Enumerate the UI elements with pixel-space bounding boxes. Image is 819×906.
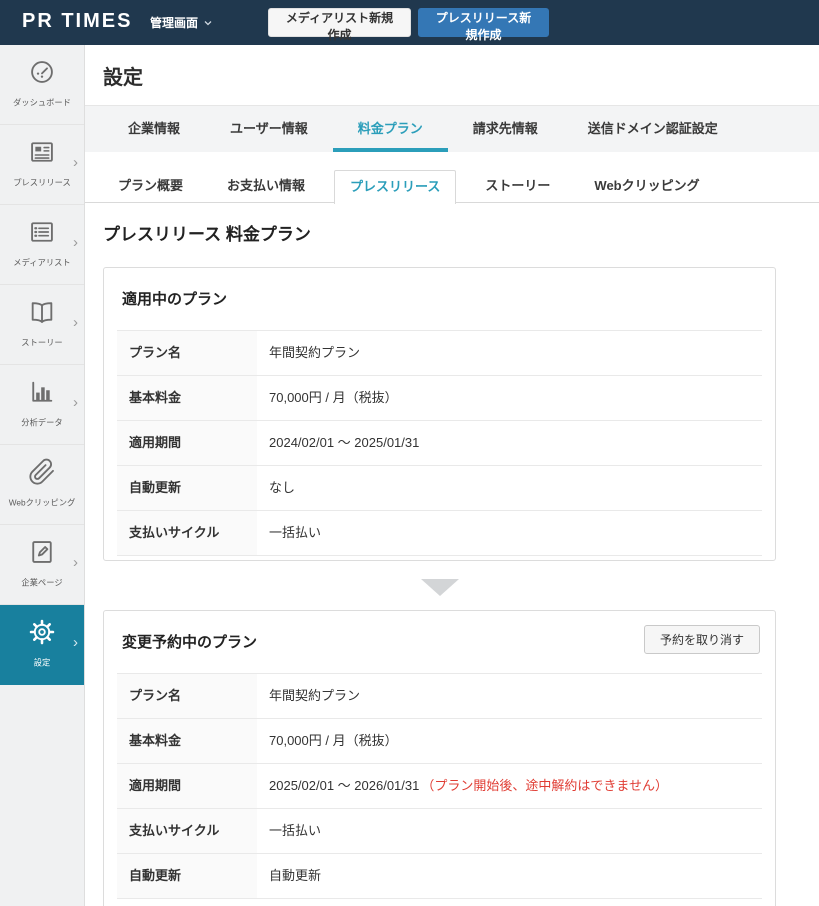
sub-tabs: プラン概要お支払い情報プレスリリースストーリー Webクリッピング xyxy=(85,170,819,203)
section-title: プレスリリース 料金プラン xyxy=(103,220,311,245)
sidebar: › ダッシュボード › プレスリリース › メディアリスト › ストーリー › … xyxy=(0,45,85,906)
plan-row: 支払いサイクル 一括払い xyxy=(117,511,762,556)
down-arrow-icon xyxy=(421,579,459,596)
gear-icon xyxy=(28,618,56,651)
sidebar-item-story[interactable]: › ストーリー xyxy=(0,285,84,365)
bar-chart-icon xyxy=(28,378,56,411)
subtab-5[interactable]: Webクリッピング xyxy=(579,170,714,202)
tab-4[interactable]: 請求先情報 xyxy=(448,106,563,152)
plan-row: 基本料金 70,000円 / 月（税抜） xyxy=(117,719,762,764)
tab-2[interactable]: ユーザー情報 xyxy=(205,106,333,152)
plan-row-value: 年間契約プラン xyxy=(257,331,762,375)
plan-row-value: 一括払い xyxy=(257,511,762,555)
sidebar-item-label: Webクリッピング xyxy=(3,497,80,509)
plan-row-label: 基本料金 xyxy=(117,719,257,763)
sidebar-item-media-list[interactable]: › メディアリスト xyxy=(0,205,84,285)
plan-row-label: 自動更新 xyxy=(117,854,257,898)
sidebar-item-label: 設定 xyxy=(3,657,80,669)
sidebar-item-label: プレスリリース xyxy=(3,177,80,189)
page-edit-icon xyxy=(28,538,56,571)
plan-row-value: 70,000円 / 月（税抜） xyxy=(257,719,762,763)
plan-row-value: 2025/02/01 〜 2026/01/31（プラン開始後、途中解約はできませ… xyxy=(257,764,762,808)
reserved-plan-table: プラン名 年間契約プラン 基本料金 70,000円 / 月（税抜） 適用期間 2… xyxy=(117,673,762,899)
subtab-3[interactable]: プレスリリース xyxy=(334,170,456,204)
current-plan-card: 適用中のプラン プラン名 年間契約プラン 基本料金 70,000円 / 月（税抜… xyxy=(103,267,776,561)
sidebar-item-label: ストーリー xyxy=(3,337,80,349)
chevron-right-icon: › xyxy=(73,235,78,250)
plan-row-value: なし xyxy=(257,466,762,510)
plan-row-label: プラン名 xyxy=(117,674,257,718)
reserved-plan-title: 変更予約中のプラン xyxy=(122,631,257,652)
sidebar-item-analytics[interactable]: › 分析データ xyxy=(0,365,84,445)
sidebar-item-dashboard[interactable]: › ダッシュボード xyxy=(0,45,84,125)
plan-row-label: プラン名 xyxy=(117,331,257,375)
plan-row-label: 適用期間 xyxy=(117,764,257,808)
sidebar-item-settings[interactable]: › 設定 xyxy=(0,605,84,685)
subtab-4[interactable]: ストーリー xyxy=(470,170,565,202)
cancel-reservation-button[interactable]: 予約を取り消す xyxy=(644,625,760,654)
tab-5[interactable]: 送信ドメイン認証設定 xyxy=(563,106,743,152)
plan-row-value: 70,000円 / 月（税抜） xyxy=(257,376,762,420)
sidebar-item-label: 分析データ xyxy=(3,417,80,429)
plan-row-note: （プラン開始後、途中解約はできません） xyxy=(421,778,668,793)
chevron-right-icon: › xyxy=(73,395,78,410)
plan-row: 支払いサイクル 一括払い xyxy=(117,809,762,854)
sidebar-item-press-release[interactable]: › プレスリリース xyxy=(0,125,84,205)
main-content: 設定 企業情報ユーザー情報料金プラン請求先情報送信ドメイン認証設定 プラン概要お… xyxy=(85,45,819,906)
plan-row-label: 自動更新 xyxy=(117,466,257,510)
sidebar-item-label: メディアリスト xyxy=(3,257,80,269)
topbar: PR TIMES 管理画面 メディアリスト新規作成 プレスリリース新規作成 xyxy=(0,0,819,45)
subtab-1[interactable]: プラン概要 xyxy=(103,170,198,202)
sidebar-item-company-page[interactable]: › 企業ページ xyxy=(0,525,84,605)
plan-row-label: 適用期間 xyxy=(117,421,257,465)
admin-menu[interactable]: 管理画面 xyxy=(150,14,214,31)
chevron-right-icon: › xyxy=(73,635,78,650)
plan-row: プラン名 年間契約プラン xyxy=(117,331,762,376)
plan-row: 基本料金 70,000円 / 月（税抜） xyxy=(117,376,762,421)
create-media-list-button[interactable]: メディアリスト新規作成 xyxy=(268,8,411,37)
page-title: 設定 xyxy=(103,61,143,90)
plan-row: 適用期間 2025/02/01 〜 2026/01/31（プラン開始後、途中解約… xyxy=(117,764,762,809)
sidebar-item-web-clipping[interactable]: › Webクリッピング xyxy=(0,445,84,525)
list-icon xyxy=(28,218,56,251)
plan-row-label: 支払いサイクル xyxy=(117,809,257,853)
plan-row: 適用期間 2024/02/01 〜 2025/01/31 xyxy=(117,421,762,466)
current-plan-table: プラン名 年間契約プラン 基本料金 70,000円 / 月（税抜） 適用期間 2… xyxy=(117,330,762,556)
sidebar-item-label: 企業ページ xyxy=(3,577,80,589)
admin-menu-label: 管理画面 xyxy=(150,14,198,31)
sidebar-item-label: ダッシュボード xyxy=(3,97,80,109)
chevron-right-icon: › xyxy=(73,555,78,570)
reserved-plan-card: 変更予約中のプラン 予約を取り消す プラン名 年間契約プラン 基本料金 70,0… xyxy=(103,610,776,906)
tab-1[interactable]: 企業情報 xyxy=(103,106,205,152)
subtab-2[interactable]: お支払い情報 xyxy=(212,170,320,202)
create-press-release-button[interactable]: プレスリリース新規作成 xyxy=(418,8,549,37)
plan-row: 自動更新 自動更新 xyxy=(117,854,762,899)
plan-row-value: 自動更新 xyxy=(257,854,762,898)
newspaper-icon xyxy=(28,138,56,171)
plan-row-value: 2024/02/01 〜 2025/01/31 xyxy=(257,421,762,465)
tab-3[interactable]: 料金プラン xyxy=(333,106,448,152)
plan-row: プラン名 年間契約プラン xyxy=(117,674,762,719)
chevron-right-icon: › xyxy=(73,315,78,330)
dashboard-icon xyxy=(28,58,56,91)
current-plan-title: 適用中のプラン xyxy=(122,288,227,309)
book-icon xyxy=(28,298,56,331)
chevron-down-icon xyxy=(202,17,214,29)
main-tabs: 企業情報ユーザー情報料金プラン請求先情報送信ドメイン認証設定 xyxy=(85,106,819,152)
plan-row-label: 支払いサイクル xyxy=(117,511,257,555)
plan-row-label: 基本料金 xyxy=(117,376,257,420)
plan-row-value: 一括払い xyxy=(257,809,762,853)
chevron-right-icon: › xyxy=(73,155,78,170)
plan-row: 自動更新 なし xyxy=(117,466,762,511)
prtimes-logo[interactable]: PR TIMES xyxy=(22,10,132,33)
plan-row-value: 年間契約プラン xyxy=(257,674,762,718)
paperclip-icon xyxy=(28,458,56,491)
